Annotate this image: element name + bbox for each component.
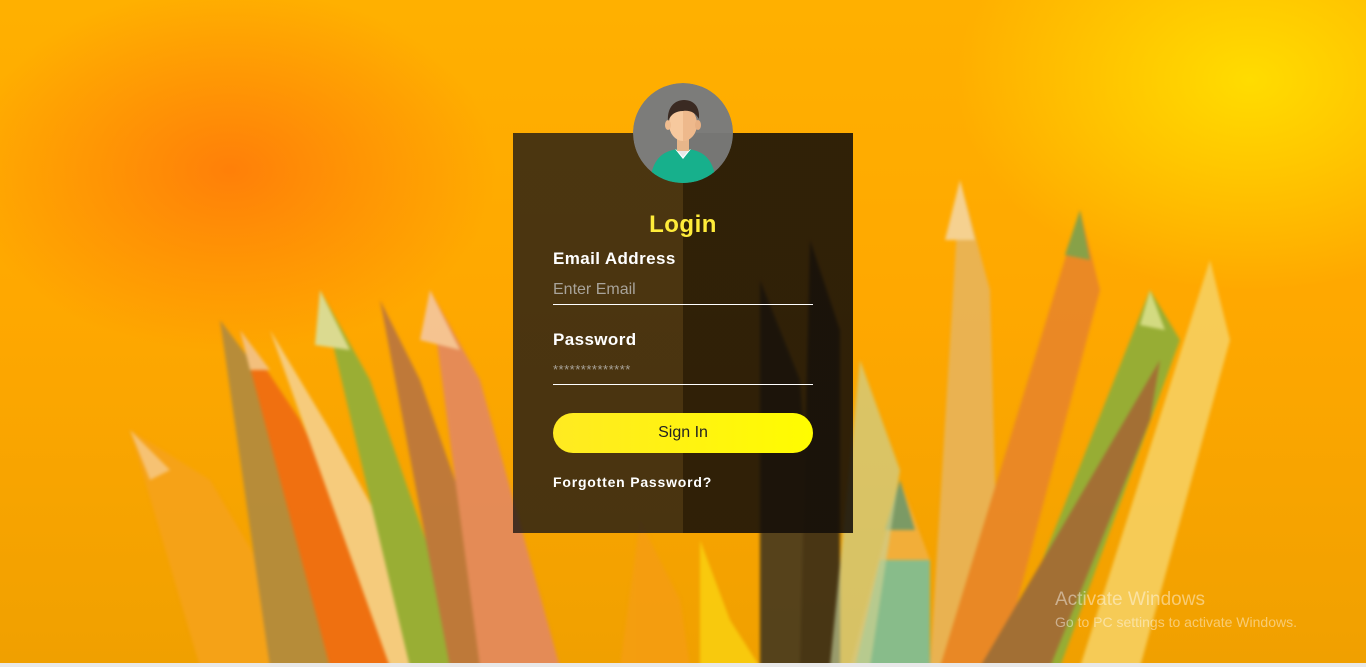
password-label: Password [553,330,637,349]
taskbar-edge [0,663,1366,667]
user-avatar-icon [633,83,733,183]
activate-windows-title: Activate Windows [1055,589,1205,610]
email-label: Email Address [553,249,676,268]
email-field[interactable] [553,276,813,305]
forgotten-password-link[interactable]: Forgotten Password? [553,474,712,490]
activate-windows-subtitle: Go to PC settings to activate Windows. [1055,614,1297,630]
login-title: Login [649,211,717,238]
password-field[interactable] [553,356,813,385]
sign-in-button[interactable]: Sign In [553,413,813,453]
